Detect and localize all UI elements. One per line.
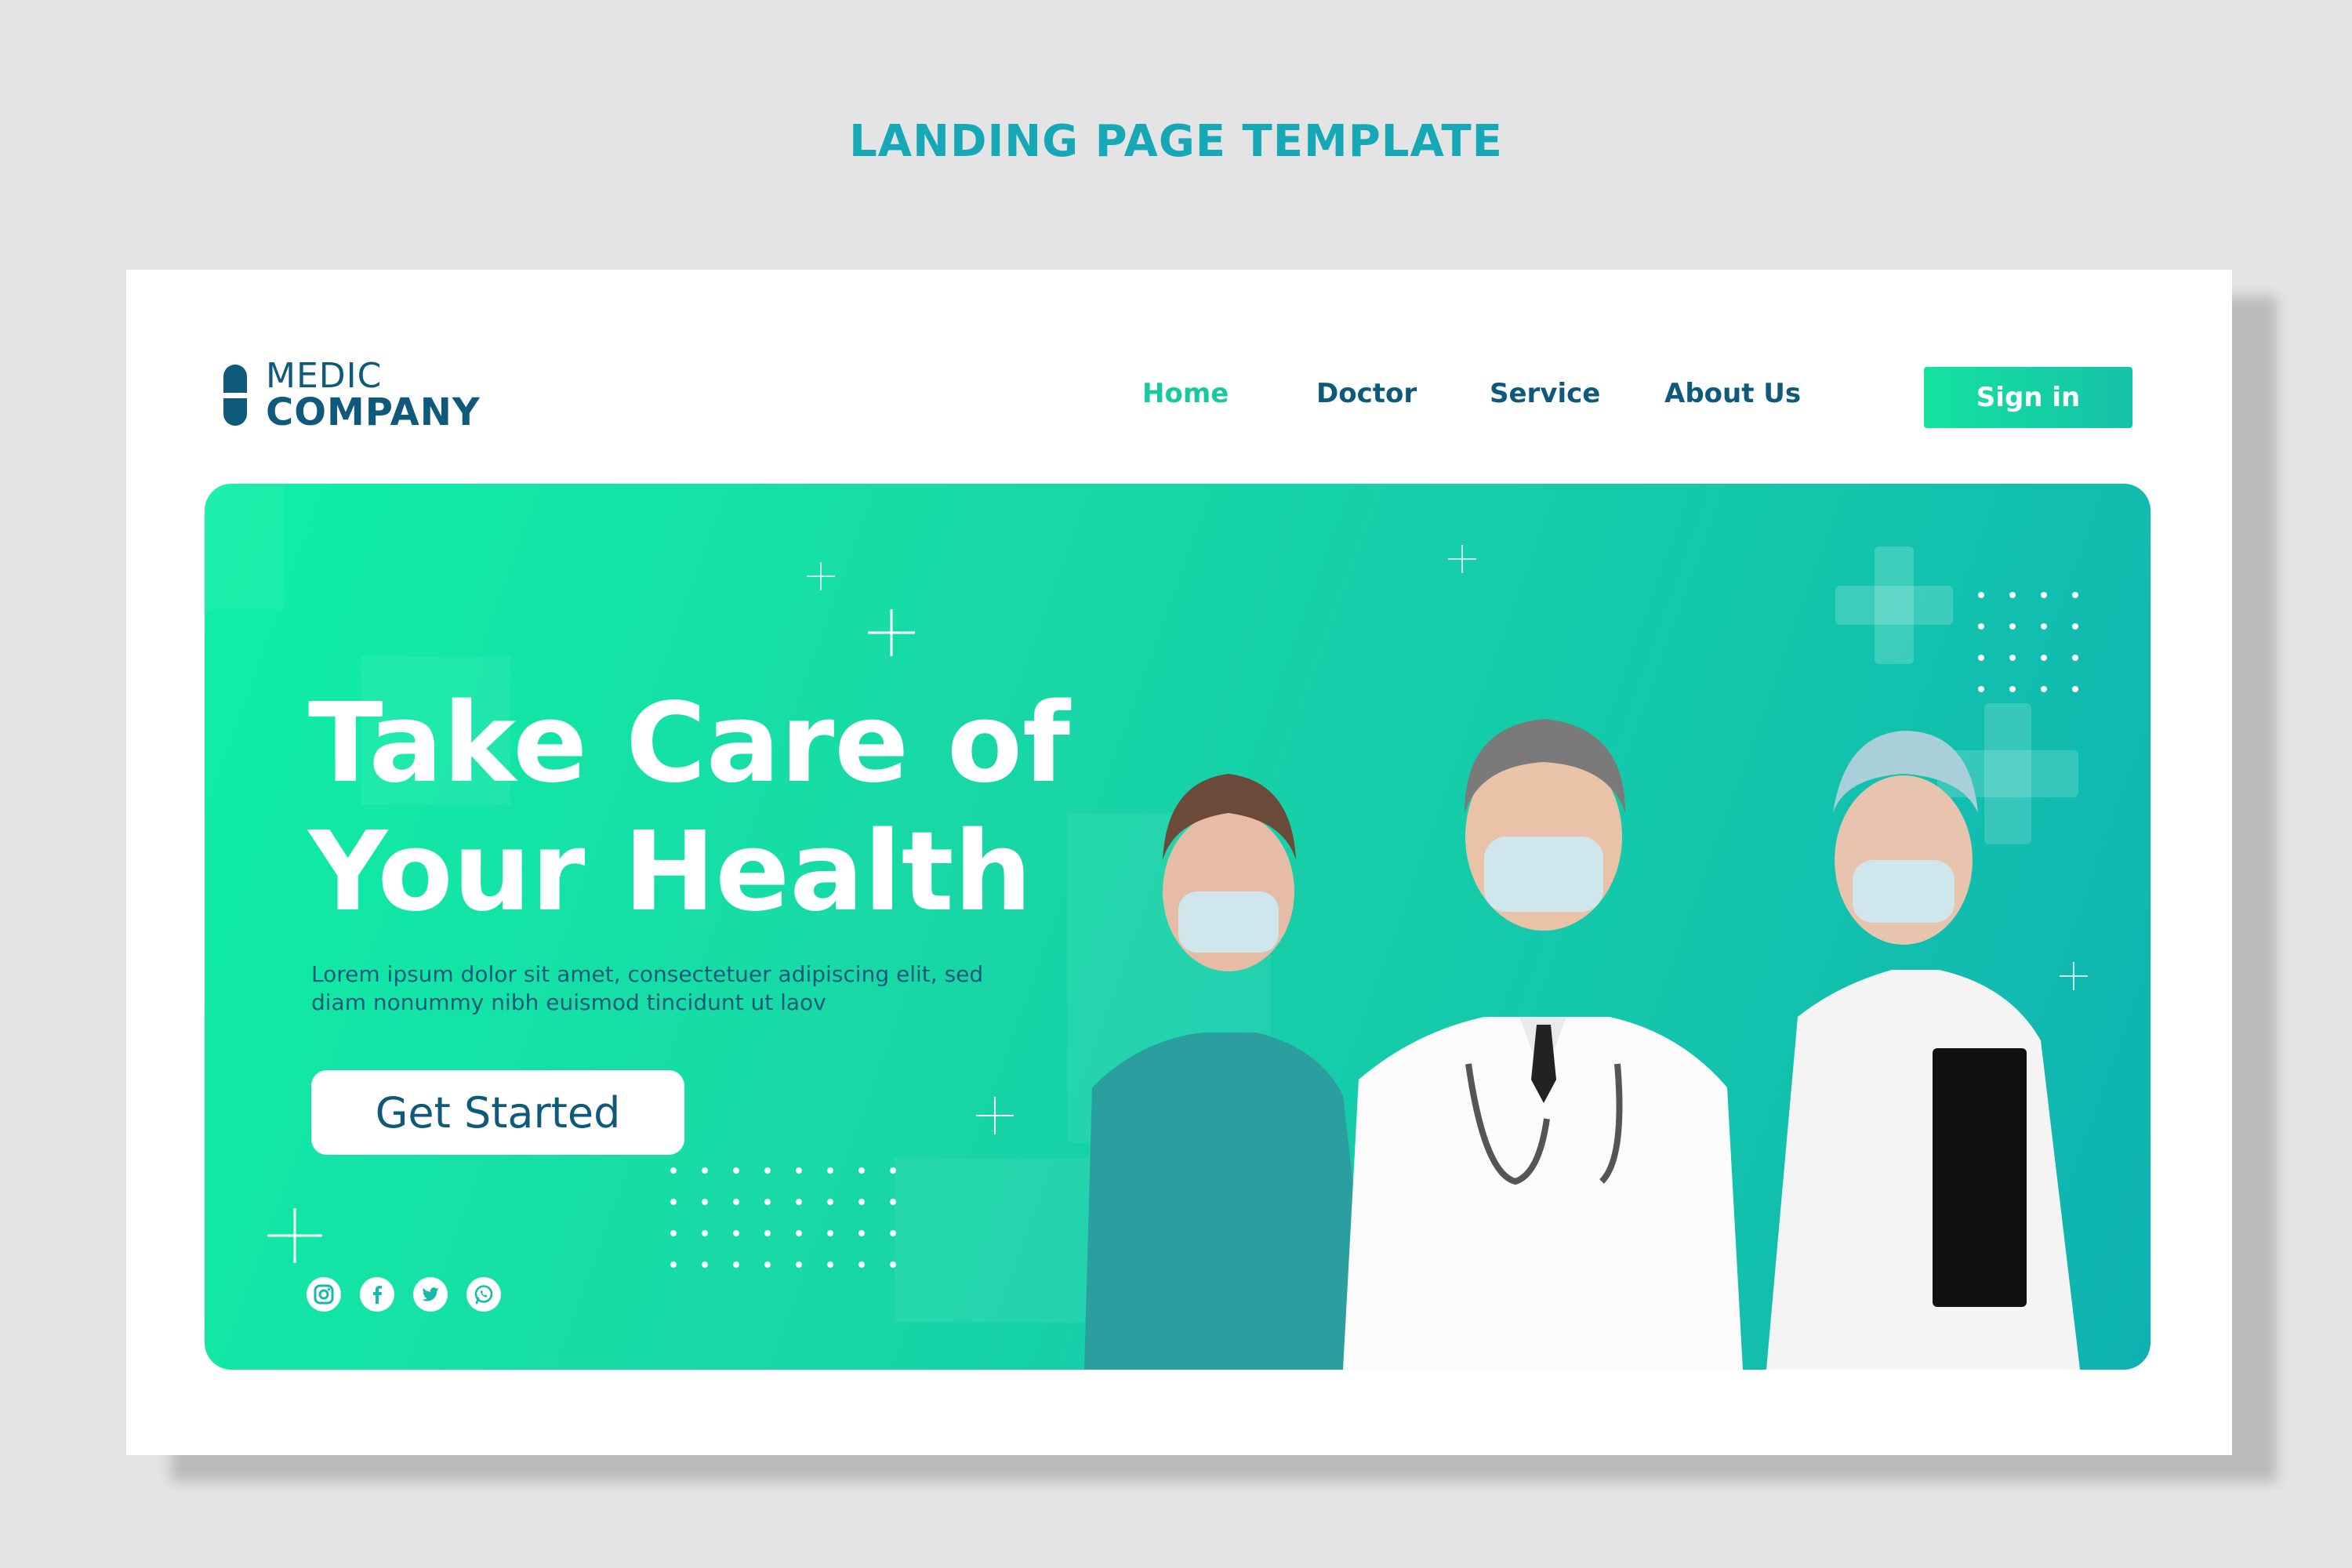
sparkle-icon xyxy=(267,1208,322,1263)
facebook-icon[interactable] xyxy=(360,1277,394,1312)
doctor-center xyxy=(1343,719,1743,1370)
twitter-icon[interactable] xyxy=(413,1277,448,1312)
decor-block xyxy=(205,484,283,609)
nav-doctor[interactable]: Doctor xyxy=(1316,378,1417,412)
sign-in-button[interactable]: Sign in xyxy=(1924,367,2132,428)
showcase-title: LANDING PAGE TEMPLATE xyxy=(849,116,1503,167)
landing-page-card: MEDIC COMPANY Home Doctor Service About … xyxy=(126,270,2232,1455)
nav-service[interactable]: Service xyxy=(1490,378,1600,412)
hero-banner: Take Care of Your Health Lorem ipsum dol… xyxy=(205,484,2151,1370)
dot-grid-pattern xyxy=(670,1167,896,1268)
whatsapp-icon[interactable] xyxy=(466,1277,501,1312)
brand-name: MEDIC COMPANY xyxy=(266,356,481,434)
nav-home[interactable]: Home xyxy=(1142,378,1229,412)
get-started-button[interactable]: Get Started xyxy=(311,1070,684,1155)
sparkle-icon xyxy=(976,1097,1014,1134)
brand-line1: MEDIC xyxy=(266,356,383,396)
sparkle-icon xyxy=(868,609,915,656)
brand-logo[interactable]: MEDIC COMPANY xyxy=(223,356,481,434)
pill-logo-icon xyxy=(223,365,247,426)
sparkle-icon xyxy=(807,562,835,590)
hero-subtitle: Lorem ipsum dolor sit amet, consectetuer… xyxy=(311,961,984,1015)
brand-line2: COMPANY xyxy=(266,390,481,434)
nurse-right xyxy=(1766,731,2080,1370)
medical-staff-photo xyxy=(1084,719,2080,1370)
nurse-left xyxy=(1084,774,1374,1370)
instagram-icon[interactable] xyxy=(307,1277,341,1312)
sparkle-icon xyxy=(1448,545,1476,573)
nav-about-us[interactable]: About Us xyxy=(1664,378,1801,412)
